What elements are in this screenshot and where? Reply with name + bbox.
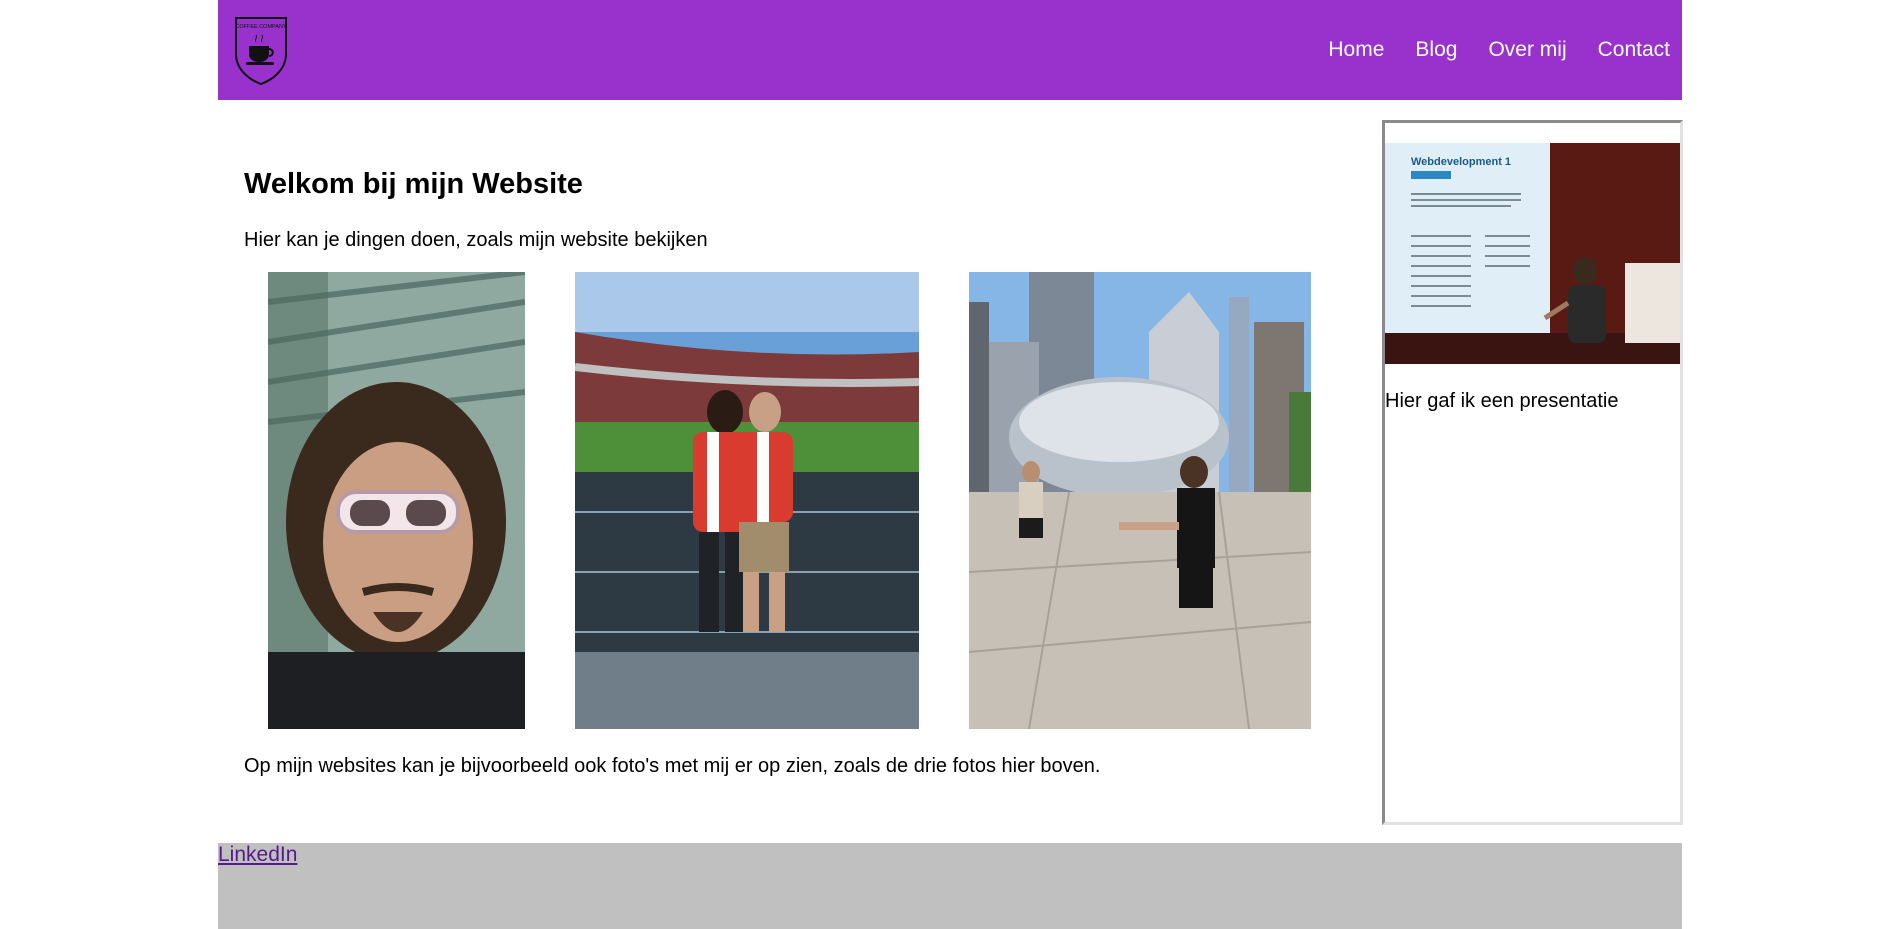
page: COFFEE COMPANY Home Blog Over mij Contac… (0, 0, 1895, 929)
slide-title: Webdevelopment 1 (1411, 156, 1511, 168)
svg-text:COFFEE COMPANY: COFFEE COMPANY (235, 24, 287, 30)
nav-over-mij-link[interactable]: Over mij (1488, 38, 1566, 62)
presentation-caption: Hier gaf ik een presentatie (1385, 390, 1619, 412)
linkedin-link[interactable]: LinkedIn (218, 843, 297, 867)
presentation-photo: Webdevelopment 1 (1385, 143, 1680, 364)
nav-contact-link[interactable]: Contact (1598, 38, 1670, 62)
site-header: COFFEE COMPANY Home Blog Over mij Contac… (218, 0, 1682, 100)
intro-text: Hier kan je dingen doen, zoals mijn webs… (244, 229, 708, 251)
page-title: Welkom bij mijn Website (244, 168, 583, 200)
outro-text: Op mijn websites kan je bijvoorbeeld ook… (244, 755, 1101, 777)
main-content: Welkom bij mijn Website Hier kan je ding… (218, 100, 1378, 843)
nav-home-link[interactable]: Home (1328, 38, 1384, 62)
stadium-photo (575, 272, 919, 729)
main-nav: Home Blog Over mij Contact (1297, 0, 1670, 100)
site-footer: LinkedIn (218, 843, 1682, 929)
sidebar: Webdevelopment 1 Hier gaf ik een present… (1382, 120, 1683, 825)
nav-blog-link[interactable]: Blog (1415, 38, 1457, 62)
city-bean-photo (969, 272, 1311, 729)
selfie-photo (268, 272, 525, 729)
coffee-company-logo[interactable]: COFFEE COMPANY (232, 14, 290, 86)
